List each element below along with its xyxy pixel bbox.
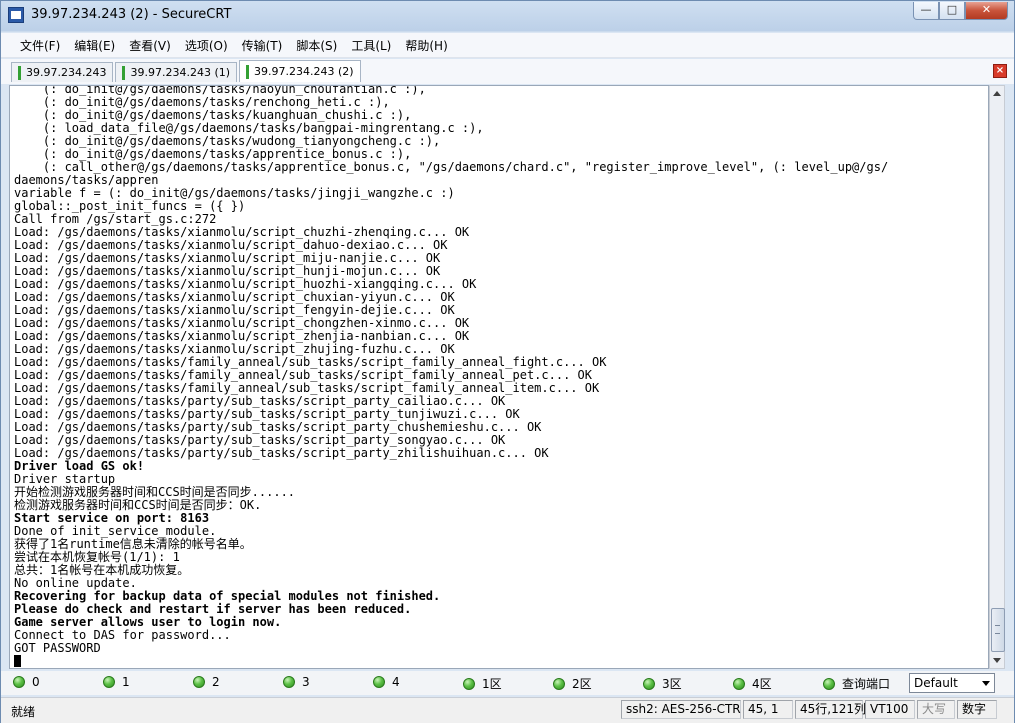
session-button-zone-2[interactable]: 2区 [553,675,592,692]
connected-marker [246,64,250,79]
session-button-label: 0 [32,675,40,689]
chevron-down-icon [982,681,990,686]
status-led-icon [643,677,655,690]
menu-edit[interactable]: 编辑(E) [67,33,122,54]
menu-help[interactable]: 帮助(H) [398,33,454,54]
terminal-line: GOT PASSWORD [14,641,101,655]
menu-transfer[interactable]: 传输(T) [235,33,290,54]
status-led-icon [13,676,25,688]
menu-options[interactable]: 选项(O) [178,33,235,54]
terminal-line: Driver load GS ok! [14,459,145,473]
session-button-label: 1 [122,675,130,689]
select-value: Default [914,676,958,690]
close-button[interactable]: ✕ [965,2,1008,20]
session-button-label: 3 [302,675,310,689]
status-ready-text: 就绪 [11,705,36,719]
status-led-icon [373,676,385,688]
window-title: 39.97.234.243 (2) - SecureCRT [31,7,232,22]
status-led-icon [463,677,475,690]
session-button-bar: 0 1 2 3 4 1区 2区 3区 4区 查询端口 Default [1,671,1014,695]
session-button-zone-4[interactable]: 4区 [733,675,772,692]
maximize-button[interactable]: □ [939,2,965,20]
session-button-0[interactable]: 0 [13,675,40,689]
status-bar: 就绪 ssh2: AES-256-CTR 45, 1 45行,121列 VT10… [1,697,1014,723]
session-button-label: 2区 [572,677,592,691]
terminal-prompt-line [14,655,888,668]
window-controls: — □ ✕ [913,2,1008,20]
status-led-icon [193,676,205,688]
menu-tools[interactable]: 工具(L) [344,33,398,54]
session-button-3[interactable]: 3 [283,675,310,689]
session-button-1[interactable]: 1 [103,675,130,689]
session-tab-bar: 39.97.234.243 39.97.234.243 (1) 39.97.23… [1,59,1014,84]
status-cipher: ssh2: AES-256-CTR [621,700,741,719]
tab-label: 39.97.234.243 [26,65,107,79]
menu-view[interactable]: 查看(V) [122,33,178,54]
session-button-zone-1[interactable]: 1区 [463,675,502,692]
status-led-icon [103,676,115,688]
menu-bar: 文件(F) 编辑(E) 查看(V) 选项(O) 传输(T) 脚本(S) 工具(L… [1,33,1014,58]
session-button-label: 1区 [482,677,502,691]
terminal-output[interactable]: (: do_init@/gs/daemons/tasks/haoyun_chou… [9,85,989,669]
session-button-label: 4区 [752,677,772,691]
session-button-label: 4 [392,675,400,689]
status-led-icon [553,677,565,690]
session-button-label: 2 [212,675,220,689]
minimize-button[interactable]: — [913,2,939,20]
status-led-icon [733,677,745,690]
button-bar-select[interactable]: Default [909,673,995,693]
connected-marker [18,65,21,80]
terminal-line: 总共：1名帐号在本机成功恢复。 [14,563,190,577]
scroll-thumb[interactable] [991,608,1005,652]
connected-marker [122,65,126,80]
status-led-icon [283,676,295,688]
scroll-up-icon[interactable] [993,91,1001,96]
terminal-line: Load: /gs/daemons/tasks/party/sub_tasks/… [14,446,549,460]
menu-list: 文件(F) 编辑(E) 查看(V) 选项(O) 传输(T) 脚本(S) 工具(L… [1,33,1014,54]
terminal-lines: (: do_init@/gs/daemons/tasks/haoyun_chou… [14,86,888,668]
app-icon [8,7,24,23]
tab-session-1[interactable]: 39.97.234.243 (1) [115,62,238,82]
vertical-scrollbar[interactable] [989,85,1005,669]
status-terminal-size: 45行,121列 [795,700,866,719]
tab-session-0[interactable]: 39.97.234.243 [11,62,114,82]
session-button-label: 3区 [662,677,682,691]
status-num-lock: 数字 [957,700,997,719]
session-button-query-port[interactable]: 查询端口 [823,675,890,692]
status-emulation: VT100 [865,700,915,719]
session-button-4[interactable]: 4 [373,675,400,689]
menu-file[interactable]: 文件(F) [13,33,67,54]
terminal-line: Connect to DAS for password... [14,628,231,642]
tab-label: 39.97.234.243 (1) [130,65,231,79]
tab-session-2[interactable]: 39.97.234.243 (2) [239,60,361,82]
status-led-icon [823,677,835,690]
status-cursor-position: 45, 1 [743,700,793,719]
securecrt-window: 39.97.234.243 (2) - SecureCRT — □ ✕ 文件(F… [0,0,1015,723]
menu-script[interactable]: 脚本(S) [289,33,344,54]
tab-label: 39.97.234.243 (2) [254,64,354,78]
close-tab-icon[interactable]: × [993,64,1007,78]
tab-list: 39.97.234.243 39.97.234.243 (1) 39.97.23… [11,60,363,82]
scroll-down-icon[interactable] [993,658,1001,663]
status-caps-lock: 大写 [917,700,955,719]
text-cursor [14,655,21,667]
session-button-label: 查询端口 [842,677,891,691]
session-button-2[interactable]: 2 [193,675,220,689]
session-button-zone-3[interactable]: 3区 [643,675,682,692]
title-bar[interactable]: 39.97.234.243 (2) - SecureCRT — □ ✕ [1,1,1014,31]
